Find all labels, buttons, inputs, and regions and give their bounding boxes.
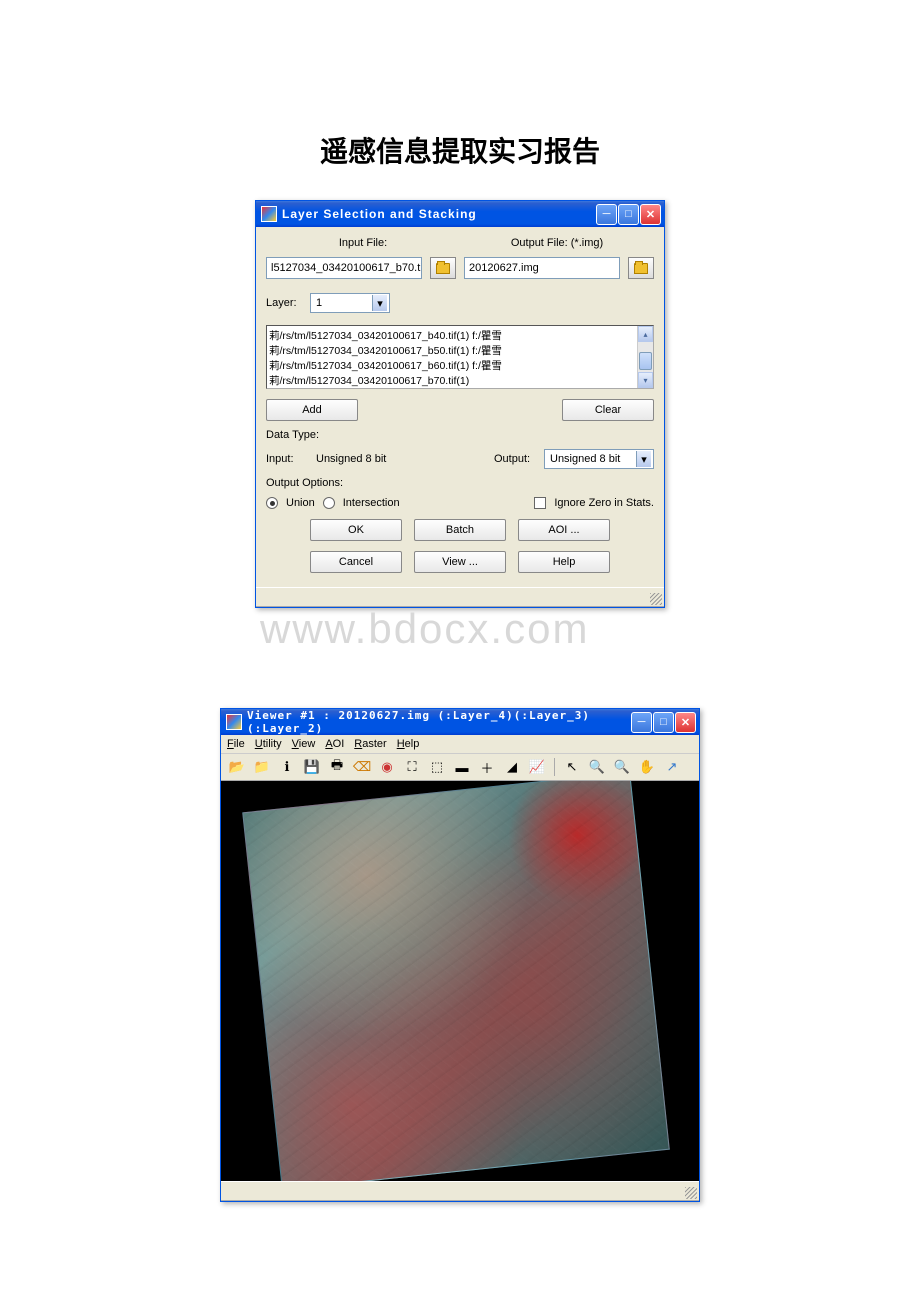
close-button[interactable]: ✕ bbox=[640, 204, 661, 225]
app-icon bbox=[226, 714, 242, 730]
plus-icon[interactable]: ＋ bbox=[477, 757, 497, 777]
titlebar: Viewer #1 : 20120627.img (:Layer_4)(:Lay… bbox=[221, 709, 699, 735]
minimize-button[interactable]: ─ bbox=[631, 712, 652, 733]
layer-label: Layer: bbox=[266, 297, 302, 309]
open-icon[interactable]: 📂 bbox=[227, 757, 247, 777]
close-button[interactable]: ✕ bbox=[675, 712, 696, 733]
info-icon[interactable]: ℹ bbox=[277, 757, 297, 777]
input-dt-label: Input: bbox=[266, 453, 304, 465]
input-dt-value: Unsigned 8 bit bbox=[316, 453, 482, 465]
aoi-button[interactable]: AOI ... bbox=[518, 519, 610, 541]
fit-icon[interactable]: ⛶ bbox=[402, 757, 422, 777]
ok-button[interactable]: OK bbox=[310, 519, 402, 541]
pointer-icon[interactable]: ↖ bbox=[562, 757, 582, 777]
menu-raster[interactable]: Raster bbox=[354, 738, 386, 750]
chevron-down-icon: ▾ bbox=[372, 295, 387, 311]
menu-file[interactable]: FFileile bbox=[227, 738, 245, 750]
window-title: Viewer #1 : 20120627.img (:Layer_4)(:Lay… bbox=[247, 709, 631, 735]
window-title: Layer Selection and Stacking bbox=[282, 207, 596, 221]
viewer-canvas[interactable] bbox=[221, 781, 699, 1181]
titlebar: Layer Selection and Stacking ─ □ ✕ bbox=[256, 201, 664, 227]
minimize-button[interactable]: ─ bbox=[596, 204, 617, 225]
menu-help[interactable]: Help bbox=[397, 738, 420, 750]
resize-grip[interactable] bbox=[685, 1187, 697, 1199]
ignore-zero-checkbox[interactable] bbox=[534, 497, 546, 509]
minus-icon[interactable]: ▬ bbox=[452, 757, 472, 777]
output-dt-combo[interactable]: Unsigned 8 bit ▾ bbox=[544, 449, 654, 469]
list-item[interactable]: 莉/rs/tm/l5127034_03420100617_b60.tif(1) … bbox=[269, 358, 651, 373]
layer-combo[interactable]: 1 ▾ bbox=[310, 293, 390, 313]
menubar: FFileile Utility View AOI Raster Help bbox=[221, 735, 699, 754]
print-icon[interactable]: 🖶 bbox=[327, 757, 347, 777]
scroll-down-icon[interactable]: ▾ bbox=[638, 372, 653, 388]
menu-aoi[interactable]: AOI bbox=[325, 738, 344, 750]
intersection-label: Intersection bbox=[343, 497, 400, 509]
extent-icon[interactable]: ⬚ bbox=[427, 757, 447, 777]
menu-utility[interactable]: Utility bbox=[255, 738, 282, 750]
intersection-radio[interactable] bbox=[323, 497, 335, 509]
app-icon bbox=[261, 206, 277, 222]
union-radio[interactable] bbox=[266, 497, 278, 509]
page-title: 遥感信息提取实习报告 bbox=[0, 130, 920, 170]
cancel-button[interactable]: Cancel bbox=[310, 551, 402, 573]
ignore-zero-label: Ignore Zero in Stats. bbox=[554, 497, 654, 509]
input-file-label: Input File: bbox=[266, 237, 460, 249]
view-button[interactable]: View ... bbox=[414, 551, 506, 573]
layer-listbox[interactable]: 莉/rs/tm/l5127034_03420100617_b40.tif(1) … bbox=[266, 325, 654, 389]
pan-icon[interactable]: ✋ bbox=[637, 757, 657, 777]
input-file-field[interactable]: l5127034_03420100617_b70.tif bbox=[266, 257, 422, 279]
chevron-down-icon: ▾ bbox=[636, 451, 651, 467]
statusbar bbox=[221, 1181, 699, 1201]
satellite-image bbox=[242, 781, 670, 1181]
erase-icon[interactable]: ⌫ bbox=[352, 757, 372, 777]
layer-stacking-dialog: Layer Selection and Stacking ─ □ ✕ Input… bbox=[255, 200, 665, 608]
zoom-in-icon[interactable]: 🔍 bbox=[587, 757, 607, 777]
watermark: www.bdocx.com bbox=[260, 605, 589, 653]
add-button[interactable]: Add bbox=[266, 399, 358, 421]
output-file-field[interactable]: 20120627.img bbox=[464, 257, 620, 279]
list-item[interactable]: 莉/rs/tm/l5127034_03420100617_b50.tif(1) … bbox=[269, 343, 651, 358]
list-item[interactable]: 莉/rs/tm/l5127034_03420100617_b70.tif(1) bbox=[269, 373, 651, 388]
batch-button[interactable]: Batch bbox=[414, 519, 506, 541]
output-browse-button[interactable] bbox=[628, 257, 654, 279]
scroll-up-icon[interactable]: ▴ bbox=[638, 326, 653, 342]
output-file-label: Output File: (*.img) bbox=[460, 237, 654, 249]
scroll-track[interactable] bbox=[638, 342, 653, 372]
toolbar: 📂 📁 ℹ 💾 🖶 ⌫ ◉ ⛶ ⬚ ▬ ＋ ◢ 📈 ↖ 🔍 🔍 ✋ ↗ bbox=[221, 754, 699, 781]
folder-icon bbox=[634, 263, 648, 274]
save-icon[interactable]: 💾 bbox=[302, 757, 322, 777]
output-dt-value: Unsigned 8 bit bbox=[547, 453, 636, 465]
viewer-window: Viewer #1 : 20120627.img (:Layer_4)(:Lay… bbox=[220, 708, 700, 1202]
roam-icon[interactable]: ↗ bbox=[662, 757, 682, 777]
data-type-label: Data Type: bbox=[266, 429, 654, 441]
help-button[interactable]: Help bbox=[518, 551, 610, 573]
output-dt-label: Output: bbox=[494, 453, 532, 465]
close-layer-icon[interactable]: 📁 bbox=[252, 757, 272, 777]
maximize-button[interactable]: □ bbox=[653, 712, 674, 733]
zoom-out-icon[interactable]: 🔍 bbox=[612, 757, 632, 777]
profile-icon[interactable]: 📈 bbox=[527, 757, 547, 777]
output-options-label: Output Options: bbox=[266, 477, 654, 489]
list-item[interactable]: 莉/rs/tm/l5127034_03420100617_b40.tif(1) … bbox=[269, 328, 651, 343]
clear-button[interactable]: Clear bbox=[562, 399, 654, 421]
menu-view[interactable]: View bbox=[292, 738, 316, 750]
scrollbar[interactable]: ▴ ▾ bbox=[637, 326, 653, 388]
measure-icon[interactable]: ◢ bbox=[502, 757, 522, 777]
scroll-thumb[interactable] bbox=[639, 352, 652, 370]
folder-icon bbox=[436, 263, 450, 274]
separator bbox=[554, 758, 555, 776]
statusbar bbox=[256, 587, 664, 607]
union-label: Union bbox=[286, 497, 315, 509]
layer-value: 1 bbox=[313, 297, 372, 309]
resize-grip[interactable] bbox=[650, 593, 662, 605]
input-browse-button[interactable] bbox=[430, 257, 456, 279]
maximize-button[interactable]: □ bbox=[618, 204, 639, 225]
target-icon[interactable]: ◉ bbox=[377, 757, 397, 777]
